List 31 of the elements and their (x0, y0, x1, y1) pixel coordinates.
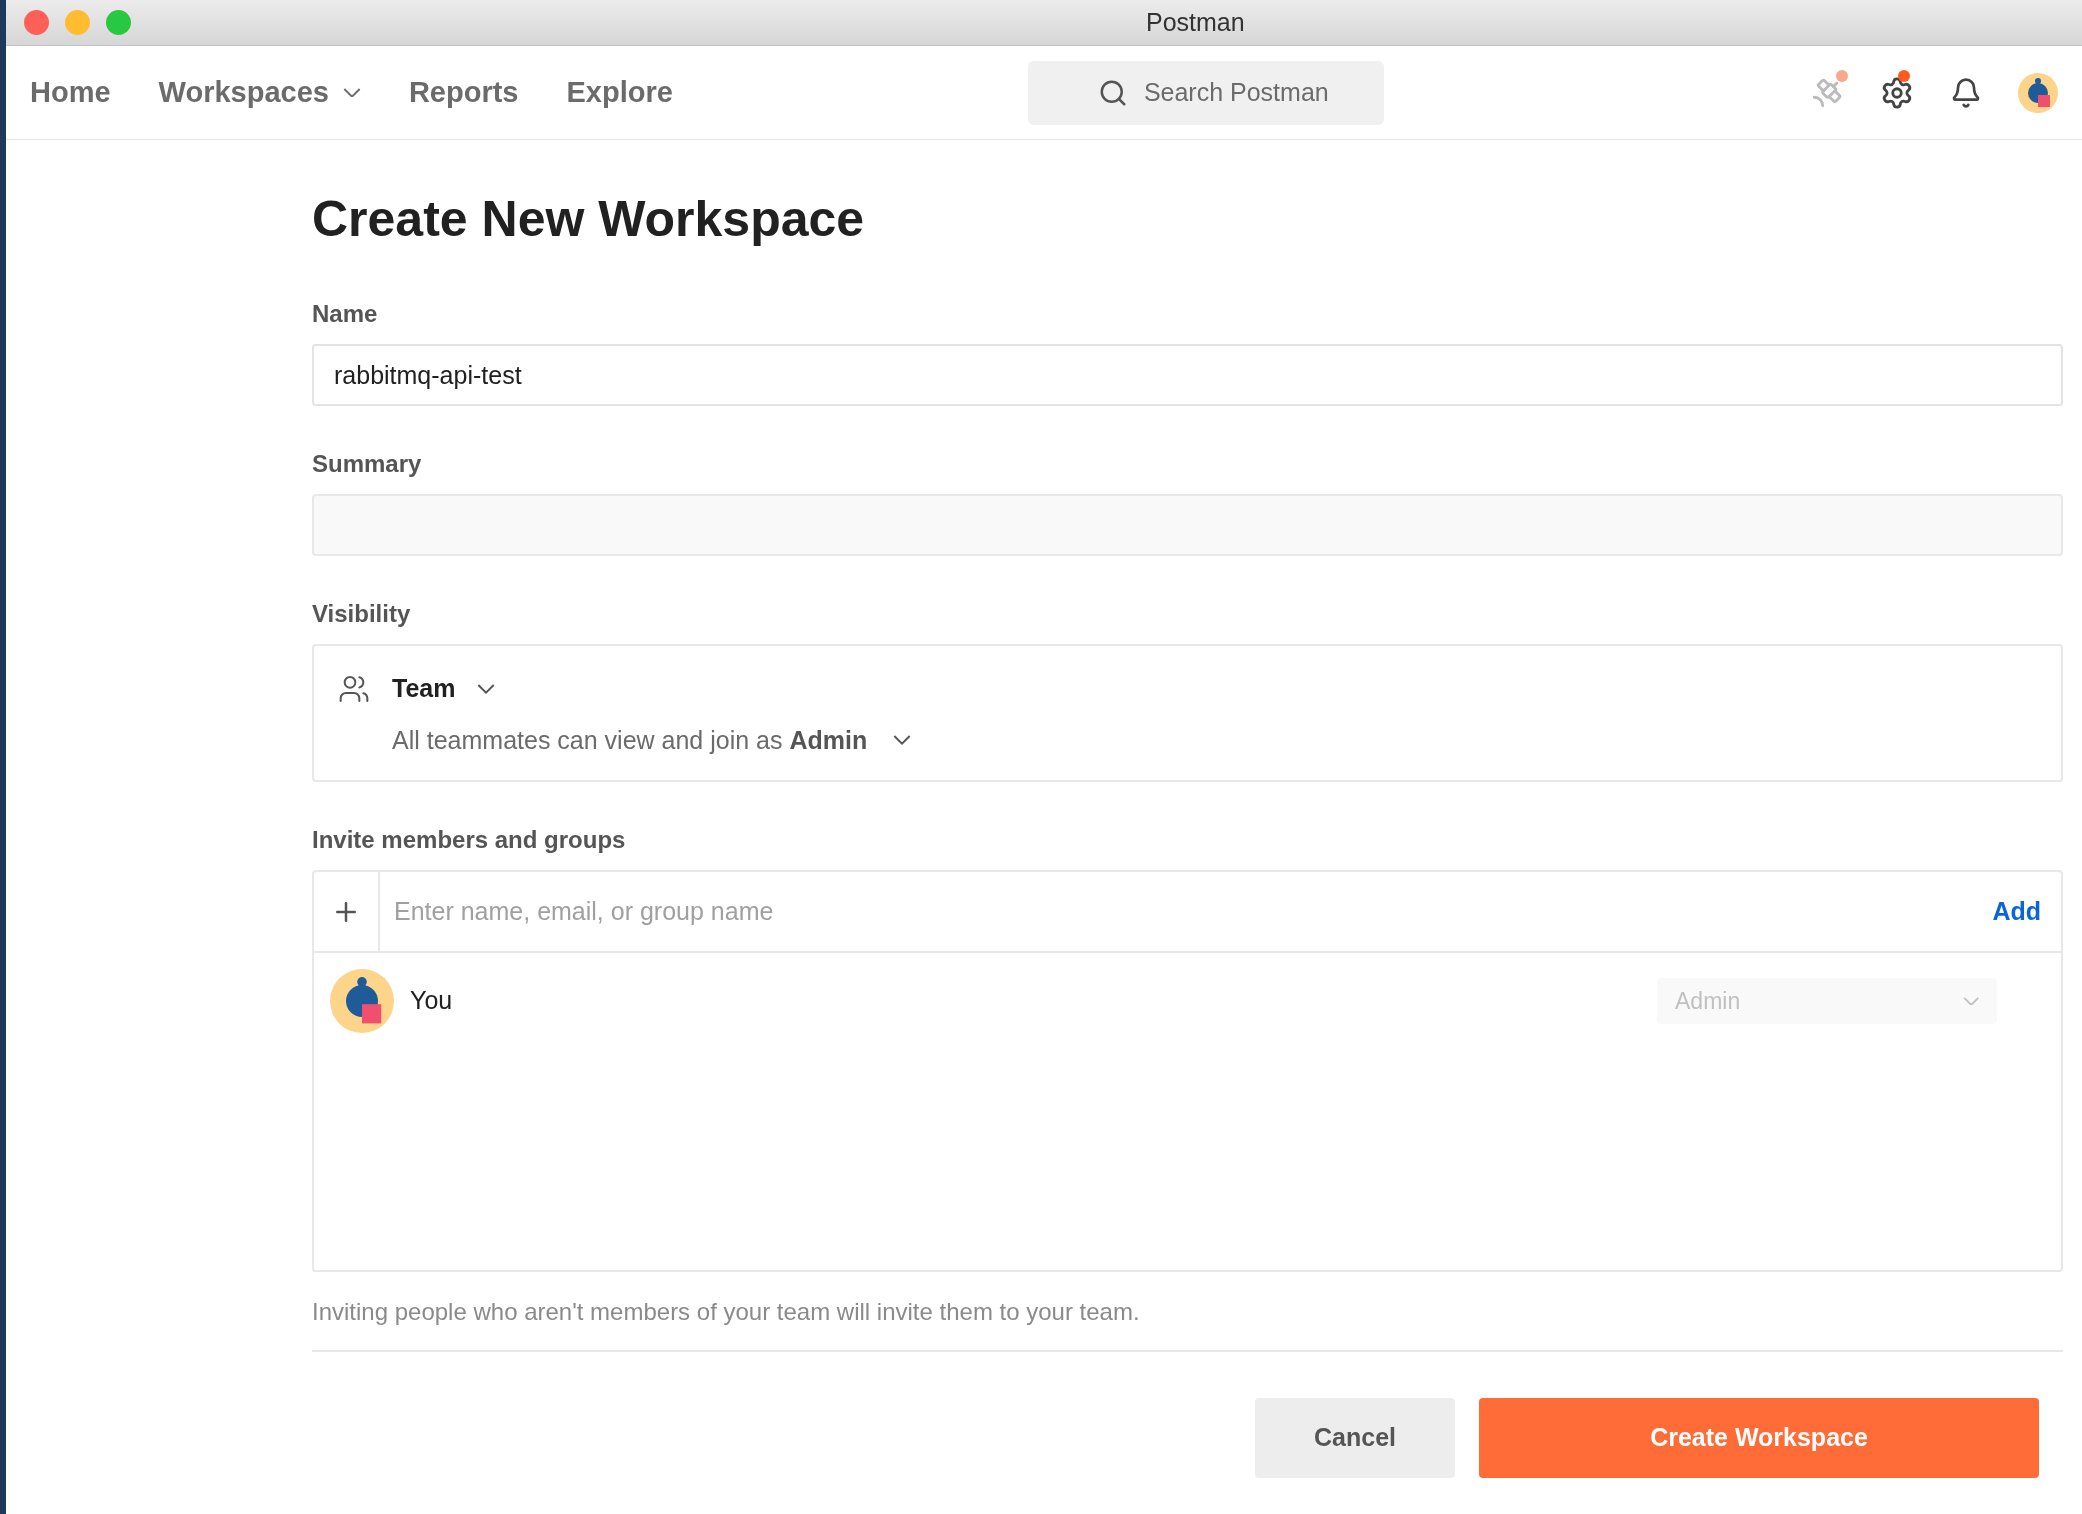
window-title: Postman (1146, 6, 1245, 38)
field-label: Invite members and groups (312, 825, 627, 855)
member-role-dropdown: Admin (1657, 978, 1997, 1024)
chevron-down-icon (477, 683, 496, 694)
invite-input-field[interactable]: Enter name, email, or group name (380, 892, 1993, 931)
nav-link[interactable]: Reports (408, 70, 519, 115)
settings-icon[interactable] (1880, 75, 1914, 110)
chevron-down-icon (1962, 996, 1979, 1006)
name-input-field[interactable]: rabbitmq-api-test (312, 344, 2063, 406)
cancel-button[interactable]: Cancel (1255, 1398, 1455, 1478)
avatar-icon (330, 969, 394, 1033)
page-title: Create New Workspace (312, 194, 866, 244)
close-window-button[interactable] (24, 10, 49, 35)
visibility-dropdown[interactable]: Team (392, 670, 496, 708)
chevron-down-icon (342, 87, 361, 98)
nav-link[interactable]: Explore (566, 70, 673, 115)
bell-icon[interactable] (1950, 76, 1982, 109)
member-name: You (410, 985, 453, 1017)
minimize-window-button[interactable] (65, 10, 90, 35)
field-label: Name (312, 299, 379, 329)
search-field[interactable]: Search Postman (1027, 60, 1384, 125)
role-dropdown[interactable]: All teammates can view and join as Admin (392, 721, 912, 759)
invite-note: Inviting people who aren't members of your team will invite them to your team. (312, 1297, 1141, 1327)
chevron-down-icon (893, 735, 912, 746)
field-label: Summary (312, 449, 423, 479)
nav-link[interactable]: Workspaces (158, 70, 361, 115)
create-workspace-button[interactable]: Create Workspace (1479, 1398, 2039, 1478)
add-button[interactable]: Add (1992, 892, 2041, 931)
zoom-window-button[interactable] (106, 10, 131, 35)
field-label: Visibility (312, 599, 412, 629)
nav-link[interactable]: Home (30, 70, 111, 115)
